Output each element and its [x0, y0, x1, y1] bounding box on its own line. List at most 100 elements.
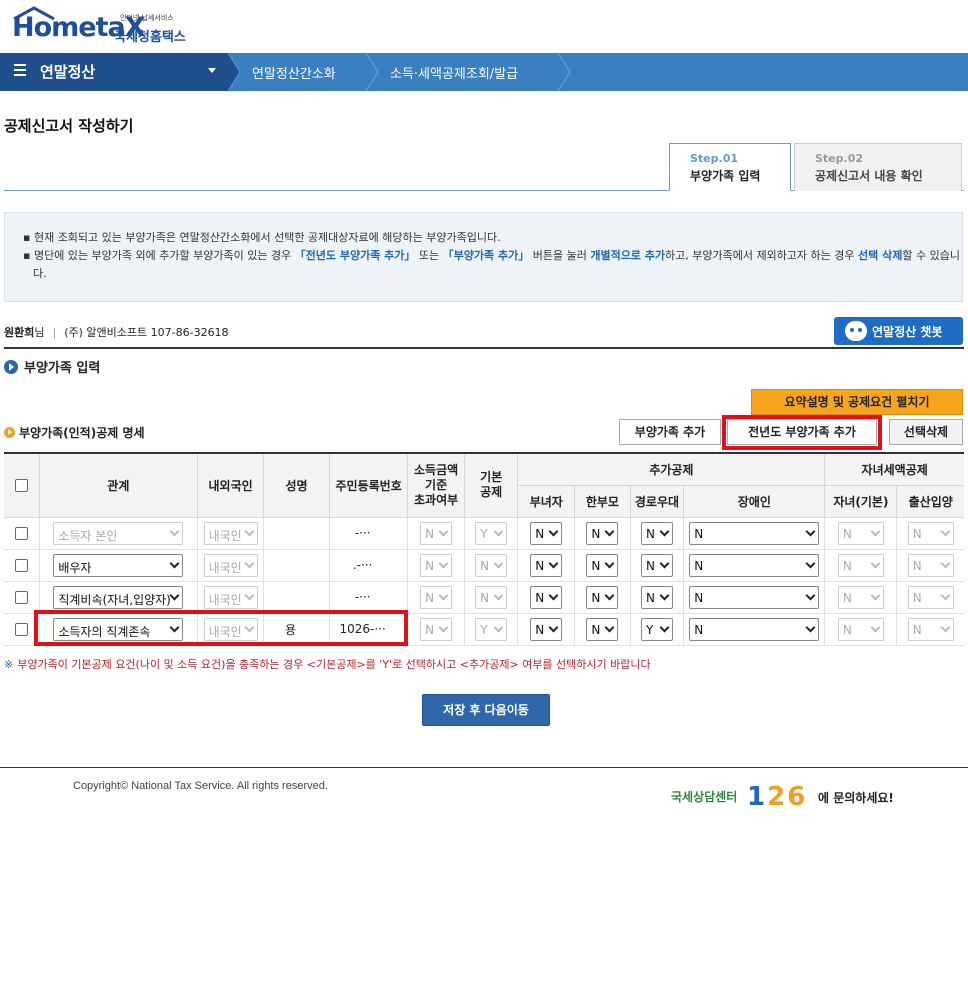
header-relation: 관계 [38, 452, 199, 518]
income-over-select[interactable]: N [420, 585, 453, 609]
header-disabled: 장애인 [683, 484, 826, 518]
single-parent-select[interactable]: N [586, 585, 619, 609]
row-checkbox[interactable] [14, 559, 28, 572]
birth-adopt-select[interactable]: N [907, 553, 954, 577]
child-basic-select[interactable]: N [837, 521, 884, 545]
chevron-down-icon [549, 594, 558, 600]
relation-select[interactable]: 직계비속(자녀,입양자) [53, 585, 184, 609]
chevron-down-icon [245, 530, 254, 536]
breadcrumb-separator-icon [366, 53, 379, 91]
chevron-down-icon [941, 594, 950, 600]
nationality-select[interactable]: 내국인 [203, 585, 258, 609]
header-woman: 부녀자 [517, 484, 576, 518]
chevron-down-icon [871, 594, 880, 600]
breadcrumb-item[interactable]: 소득·세액공제조회/발급 [390, 63, 518, 82]
woman-select[interactable]: N [530, 553, 563, 577]
woman-select[interactable]: N [530, 521, 563, 545]
birth-adopt-select[interactable]: N [907, 617, 954, 641]
income-over-select[interactable]: N [420, 521, 453, 545]
woman-select[interactable]: N [530, 585, 563, 609]
disabled-select[interactable]: N [689, 617, 820, 641]
chevron-down-icon [549, 562, 558, 568]
elderly-select[interactable]: N [640, 585, 673, 609]
chevron-down-icon [871, 562, 880, 568]
chevron-down-icon [660, 530, 669, 536]
elderly-select[interactable]: N [640, 553, 673, 577]
chevron-down-icon [170, 594, 179, 600]
chevron-down-icon [494, 530, 503, 536]
income-over-select[interactable]: N [420, 553, 453, 577]
basic-deduction-select[interactable]: N [475, 585, 508, 609]
row-checkbox[interactable] [14, 527, 28, 540]
chevron-down-icon [806, 530, 815, 536]
circle-arrow-icon [4, 360, 18, 374]
income-over-select[interactable]: N [420, 617, 453, 641]
chevron-down-icon [245, 562, 254, 568]
header-name: 성명 [263, 452, 330, 518]
save-next-button[interactable]: 저장 후 다음이동 [422, 694, 550, 726]
chatbot-button[interactable]: 연말정산 챗봇 [834, 317, 963, 345]
add-dependent-button[interactable]: 부양가족 추가 [619, 419, 721, 445]
disabled-select[interactable]: N [689, 521, 820, 545]
copyright-text: Copyright© National Tax Service. All rig… [73, 780, 328, 792]
basic-deduction-select[interactable]: N [475, 553, 508, 577]
chevron-down-icon [494, 562, 503, 568]
chevron-down-icon [439, 594, 448, 600]
elderly-select[interactable]: N [640, 521, 673, 545]
single-parent-select[interactable]: N [586, 617, 619, 641]
child-basic-select[interactable]: N [837, 553, 884, 577]
chevron-down-icon [439, 562, 448, 568]
relation-select[interactable]: 배우자 [53, 553, 184, 577]
select-all-checkbox[interactable] [14, 479, 28, 493]
chevron-down-icon [170, 530, 179, 536]
header-birth-adopt: 출산입양 [896, 484, 964, 518]
tab-step-2[interactable]: Step.02 공제신고서 내용 확인 [794, 143, 962, 191]
chevron-down-icon [605, 626, 614, 632]
breadcrumb-separator-icon [558, 53, 571, 91]
tab-step-1[interactable]: Step.01 부양가족 입력 [669, 143, 791, 191]
chevron-down-icon [871, 626, 880, 632]
woman-select[interactable]: N [530, 617, 563, 641]
user-suffix: 님 [34, 326, 45, 339]
bullet-arrow-icon [4, 427, 15, 438]
nationality-select[interactable]: 내국인 [203, 521, 258, 545]
expand-summary-button[interactable]: 요약설명 및 공제요건 펼치기 [751, 389, 963, 415]
chevron-down-icon [660, 562, 669, 568]
header-income-over: 소득금액 기준 초과여부 [407, 452, 465, 518]
disabled-select[interactable]: N [689, 553, 820, 577]
header-nationality: 내외국인 [197, 452, 265, 518]
chevron-down-icon [660, 594, 669, 600]
child-basic-select[interactable]: N [837, 585, 884, 609]
single-parent-select[interactable]: N [586, 553, 619, 577]
disabled-select[interactable]: N [689, 585, 820, 609]
chevron-down-icon [660, 626, 669, 632]
hometax-logo[interactable]: HometaX 인터넷 납세서비스 국세청홈택스 [12, 6, 202, 46]
resident-number: -··· [354, 526, 371, 540]
basic-deduction-select[interactable]: Y [475, 617, 508, 641]
menu-dropdown[interactable]: 연말정산 [0, 53, 230, 91]
birth-adopt-select[interactable]: N [907, 521, 954, 545]
chevron-down-icon [439, 530, 448, 536]
notice-line-2: ▪ 명단에 있는 부양가족 외에 추가할 부양가족이 있는 경우 「전년도 부양… [23, 249, 960, 280]
delete-selected-button[interactable]: 선택삭제 [889, 419, 963, 445]
breadcrumb-item[interactable]: 연말정산간소화 [252, 63, 336, 82]
basic-deduction-select[interactable]: Y [475, 521, 508, 545]
child-basic-select[interactable]: N [837, 617, 884, 641]
elderly-select[interactable]: Y [640, 617, 673, 641]
nationality-select[interactable]: 내국인 [203, 553, 258, 577]
relation-select[interactable]: 소득자 본인 [53, 521, 184, 545]
chevron-down-icon [245, 594, 254, 600]
row-checkbox[interactable] [14, 591, 28, 604]
row-checkbox[interactable] [14, 623, 28, 636]
call-center-banner: 국세상담센터 126 에 문의하세요! [671, 782, 911, 812]
chevron-down-icon [494, 594, 503, 600]
chevron-down-icon [806, 562, 815, 568]
notice-line-1: ▪ 현재 조회되고 있는 부양가족은 연말정산간소화에서 선택한 공제대상자료에… [23, 231, 501, 244]
single-parent-select[interactable]: N [586, 521, 619, 545]
birth-adopt-select[interactable]: N [907, 585, 954, 609]
menu-label: 연말정산 [40, 63, 96, 81]
select-all-header [4, 452, 40, 518]
guidance-note: ※ 부양가족이 기본공제 요건(나이 및 소득 요건)을 충족하는 경우 <기본공… [4, 658, 651, 671]
highlight-box [722, 415, 882, 450]
section-title: 부양가족 입력 [4, 357, 100, 376]
